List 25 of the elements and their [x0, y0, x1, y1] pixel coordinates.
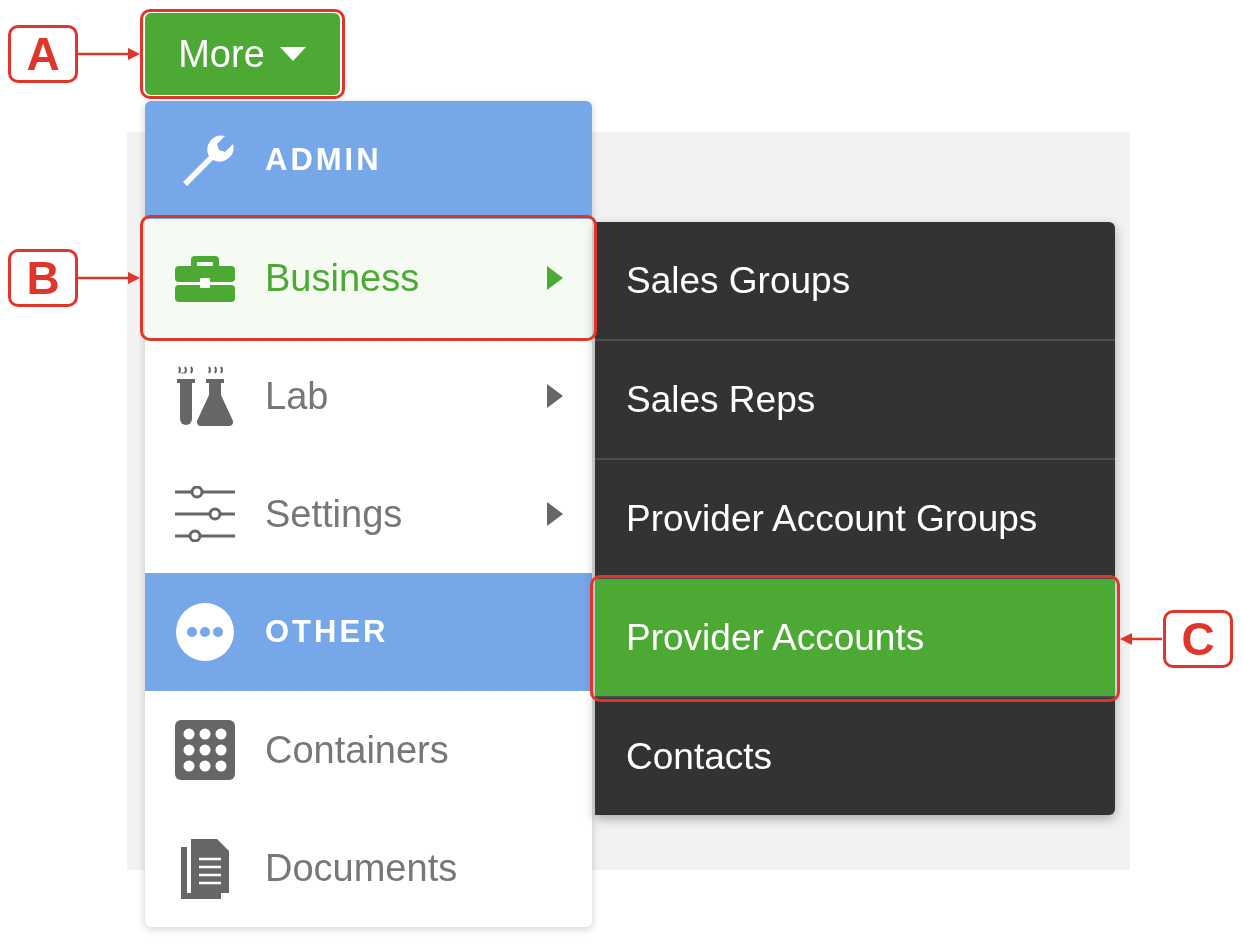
- menu-item[interactable]: Settings: [145, 455, 592, 573]
- briefcase-icon: [175, 254, 235, 302]
- submenu-item[interactable]: Contacts: [595, 698, 1115, 815]
- more-button[interactable]: More: [145, 13, 340, 95]
- callout-label: C: [1163, 609, 1233, 668]
- callout-arrow: [78, 272, 140, 284]
- menu-item[interactable]: Containers: [145, 691, 592, 809]
- callout-arrow: [1120, 632, 1162, 645]
- menu-item[interactable]: Business: [145, 219, 592, 337]
- flasks-icon: [175, 365, 235, 427]
- grid-icon: [175, 720, 235, 780]
- section-header: ADMIN: [145, 101, 592, 219]
- submenu-item[interactable]: Provider Accounts: [595, 579, 1115, 698]
- sliders-icon: [175, 486, 235, 542]
- menu-item[interactable]: Lab: [145, 337, 592, 455]
- menu-item[interactable]: Documents: [145, 809, 592, 927]
- caret-down-icon: [278, 46, 307, 62]
- callout-arrow: [78, 48, 140, 60]
- callout-label: A: [8, 25, 78, 83]
- ellipsis-icon: [175, 602, 235, 662]
- document-icon: [179, 837, 231, 899]
- submenu-item[interactable]: Sales Groups: [595, 222, 1115, 341]
- callout-label: B: [8, 249, 78, 307]
- submenu-item[interactable]: Sales Reps: [595, 341, 1115, 460]
- section-header: OTHER: [145, 573, 592, 691]
